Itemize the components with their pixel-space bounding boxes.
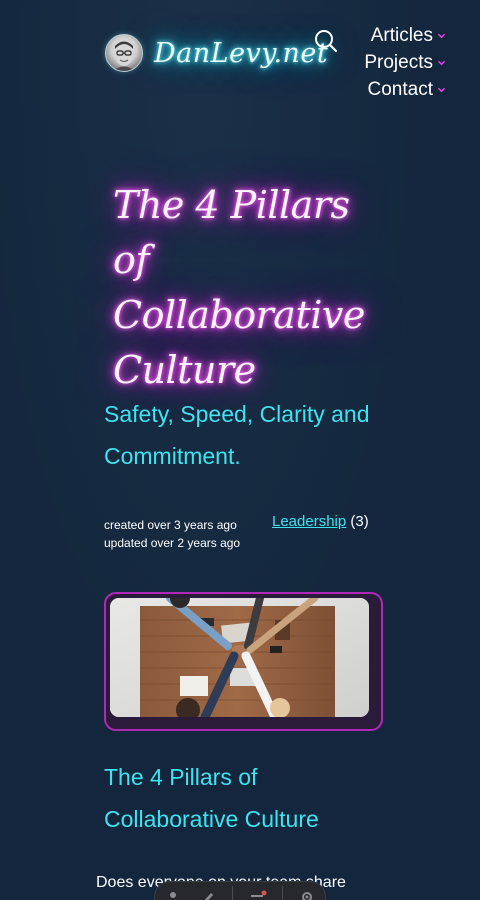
updated-date: updated over 2 years ago — [104, 536, 241, 550]
chevron-down-icon — [438, 33, 445, 39]
toolbar-divider — [281, 886, 283, 900]
nav-item-label: Contact — [367, 78, 433, 100]
home-link[interactable]: DanLevy.net — [105, 34, 328, 72]
article-subtitle: Safety, Speed, Clarity and Commitment. — [104, 401, 370, 469]
notes-icon — [250, 890, 267, 897]
nav-item-articles[interactable]: Articles — [346, 22, 446, 49]
toolbar-button-brush[interactable] — [197, 890, 219, 900]
article-dates: created over 3 years ago updated over 2 … — [104, 516, 240, 552]
chevron-down-icon — [438, 60, 445, 66]
page: DanLevy.net Articles Projects Contact Th… — [0, 0, 480, 900]
section-heading: The 4 Pillars of Collaborative Culture — [104, 764, 319, 832]
tag-count: (3) — [350, 513, 369, 530]
toolbar-button-user[interactable] — [162, 890, 184, 900]
avatar — [105, 34, 143, 72]
nav-item-projects[interactable]: Projects — [346, 49, 446, 76]
toolbar-divider — [232, 886, 234, 900]
created-date: created over 3 years ago — [104, 518, 237, 532]
toolbar-button-settings[interactable] — [296, 890, 318, 900]
user-icon — [169, 892, 176, 898]
article-title: The 4 Pillars of Collaborative Culture — [113, 183, 365, 392]
nav-item-contact[interactable]: Contact — [346, 76, 446, 103]
article-tag: Leadership (3) — [272, 513, 369, 530]
toolbar-button-notes[interactable] — [247, 890, 269, 900]
team-fist-bump-image — [110, 598, 369, 717]
chevron-down-icon — [438, 87, 445, 93]
avatar-portrait-icon — [113, 41, 135, 71]
brush-icon — [204, 893, 213, 900]
main-nav: Articles Projects Contact — [346, 22, 446, 103]
article-image-frame — [104, 592, 383, 731]
nav-item-label: Articles — [370, 24, 433, 46]
search-icon — [315, 30, 338, 53]
site-logo-text: DanLevy.net — [154, 37, 329, 69]
search-button[interactable] — [313, 28, 339, 54]
article-image — [110, 598, 369, 717]
tag-link-leadership[interactable]: Leadership — [272, 513, 346, 530]
nav-item-label: Projects — [364, 51, 433, 73]
floating-toolbar — [154, 881, 326, 900]
gear-icon — [302, 892, 313, 900]
